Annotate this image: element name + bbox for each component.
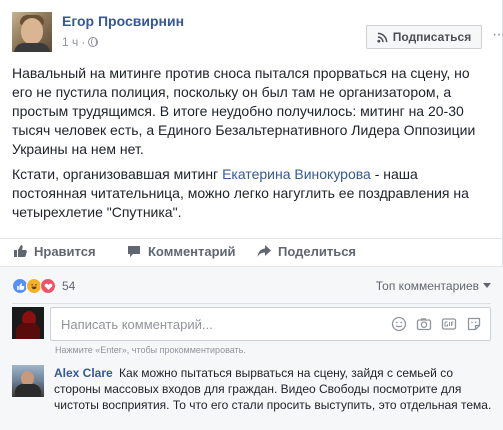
- share-button[interactable]: Поделиться: [256, 243, 356, 259]
- post-header: Егор Просвирнин 1 ч· Подписаться ···: [12, 12, 503, 54]
- emoji-icon[interactable]: [391, 316, 407, 332]
- author-avatar[interactable]: [12, 12, 52, 52]
- like-icon: [14, 245, 27, 257]
- mention-link[interactable]: Екатерина Винокурова: [222, 166, 371, 182]
- comment-icon: [128, 246, 140, 257]
- post-time[interactable]: 1 ч: [62, 35, 78, 49]
- globe-icon: [88, 37, 99, 47]
- sticker-icon[interactable]: [466, 316, 482, 332]
- chevron-down-icon: [483, 283, 491, 288]
- love-reaction-icon: [40, 278, 56, 294]
- commenter-avatar[interactable]: [12, 365, 44, 397]
- post-meta: 1 ч ·: [62, 35, 99, 49]
- post-paragraph-1: Навальный на митинге против сноса пыталс…: [12, 65, 476, 157]
- comment-sort-dropdown[interactable]: Топ комментариев: [376, 279, 491, 293]
- comment-placeholder: Написать комментарий...: [61, 317, 213, 332]
- post-card: Егор Просвирнин 1 ч· Подписаться ··· Нав…: [0, 0, 503, 430]
- comments-section: 54 Топ комментариев Написать комментарий…: [0, 266, 503, 430]
- subscribe-button[interactable]: Подписаться: [366, 25, 482, 49]
- like-button[interactable]: Нравится: [12, 243, 96, 259]
- comment-tools: [391, 316, 482, 332]
- comment-hint: Нажмите «Enter», чтобы прокомментировать…: [55, 345, 246, 355]
- comment-button[interactable]: Комментарий: [126, 243, 236, 259]
- comment-text: Как можно пытаться вырваться на сцену, з…: [54, 366, 492, 412]
- post-body: Навальный на митинге против сноса пыталс…: [12, 64, 480, 228]
- post-actions: Нравится Комментарий Поделиться: [0, 238, 503, 264]
- divider: [12, 303, 491, 304]
- more-icon[interactable]: ···: [492, 27, 503, 43]
- gif-icon[interactable]: [441, 316, 457, 332]
- subscribe-label: Подписаться: [392, 30, 472, 44]
- post-paragraph-2: Кстати, организовавшая митинг Екатерина …: [12, 166, 469, 220]
- commenter-name[interactable]: Alex Clare: [54, 366, 113, 380]
- reaction-count: 54: [62, 279, 76, 293]
- reactions-summary[interactable]: 54: [12, 277, 75, 295]
- rss-icon: [377, 32, 388, 43]
- share-icon: [257, 245, 271, 257]
- comment-input[interactable]: Написать комментарий...: [50, 307, 491, 341]
- author-name[interactable]: Егор Просвирнин: [62, 13, 184, 29]
- comment-item: Alex Clare Как можно пытаться вырваться …: [54, 365, 492, 413]
- viewer-avatar: [12, 307, 44, 339]
- camera-icon[interactable]: [416, 316, 432, 332]
